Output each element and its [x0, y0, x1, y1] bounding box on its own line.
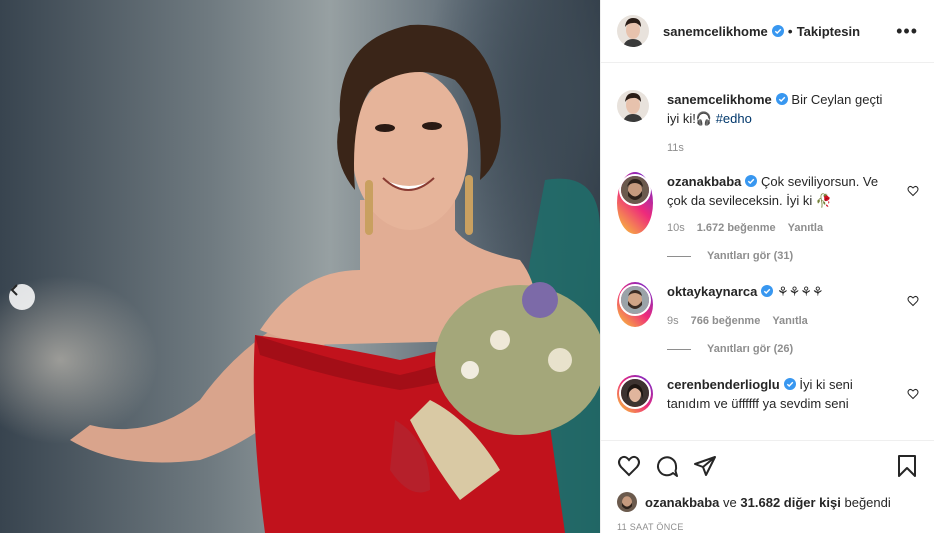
comments-list[interactable]: sanemcelikhome Bir Ceylan geçti iyi ki!🎧…: [601, 64, 934, 439]
post-header: sanemcelikhome • Takiptesin •••: [601, 0, 934, 63]
action-bar: ozanakbaba ve 31.682 diğer kişi beğendi …: [601, 440, 934, 532]
caption-username[interactable]: sanemcelikhome: [667, 92, 772, 107]
replies-divider: [667, 255, 691, 257]
comment-username[interactable]: cerenbenderlioglu: [667, 377, 780, 392]
comment: ozanakbaba Çok seviliyorsun. Ve çok da s…: [617, 172, 919, 234]
avatar-image: [617, 15, 649, 47]
comment: oktaykaynarca ⚘⚘⚘⚘ 9s 766 beğenme Yanıtl…: [617, 282, 919, 327]
comment-likes[interactable]: 766 beğenme: [691, 315, 761, 327]
verified-icon: [771, 25, 784, 37]
liked-by-user[interactable]: ozanakbaba: [645, 495, 719, 510]
post-timestamp[interactable]: 11 saat önce: [617, 522, 919, 532]
heart-icon[interactable]: [907, 185, 919, 197]
comment-username[interactable]: ozanakbaba: [667, 174, 741, 189]
view-replies-button[interactable]: Yanıtları gör (31): [667, 250, 919, 262]
avatar[interactable]: [617, 15, 649, 47]
avatar[interactable]: [617, 90, 649, 122]
liked-by-connector: ve: [723, 494, 737, 510]
bookmark-icon[interactable]: [895, 454, 919, 478]
chevron-left-icon: [10, 284, 18, 296]
comment: cerenbenderlioglu İyi ki seni tanıdım ve…: [617, 375, 919, 413]
avatar-image: [617, 90, 649, 122]
hashtag-link[interactable]: #edho: [716, 111, 752, 126]
comment-text: ⚘⚘⚘⚘: [776, 284, 824, 299]
photo-illustration: [70, 24, 600, 533]
reply-button[interactable]: Yanıtla: [772, 315, 807, 327]
verified-icon: [775, 93, 788, 105]
view-replies-label: Yanıtları gör (31): [707, 250, 794, 262]
more-icon[interactable]: •••: [896, 21, 918, 42]
heart-icon[interactable]: [907, 295, 919, 307]
reply-button[interactable]: Yanıtla: [788, 222, 823, 234]
comment-username[interactable]: oktaykaynarca: [667, 284, 757, 299]
view-replies-label: Yanıtları gör (26): [707, 343, 794, 355]
separator-dot: •: [787, 23, 793, 39]
verified-icon: [761, 285, 774, 297]
avatar-image: [617, 492, 637, 512]
verified-icon: [783, 378, 796, 390]
avatar-image: [621, 379, 649, 407]
post-image[interactable]: [0, 0, 600, 533]
avatar-image: [621, 286, 649, 314]
share-icon[interactable]: [693, 454, 717, 478]
following-button[interactable]: Takiptesin: [797, 24, 860, 39]
avatar[interactable]: [617, 172, 653, 234]
comment-age: 10s: [667, 222, 685, 234]
comment-icon[interactable]: [655, 454, 679, 478]
avatar[interactable]: [617, 282, 653, 327]
heart-icon[interactable]: [907, 388, 919, 400]
avatar[interactable]: [617, 492, 637, 512]
comment-age: 9s: [667, 315, 679, 327]
verified-icon: [745, 175, 758, 187]
replies-divider: [667, 348, 691, 350]
heart-icon[interactable]: [617, 454, 641, 478]
caption-age: 11s: [667, 142, 684, 154]
caption: sanemcelikhome Bir Ceylan geçti iyi ki!🎧…: [617, 90, 919, 154]
previous-image-button[interactable]: [9, 284, 35, 310]
post-username[interactable]: sanemcelikhome: [663, 24, 768, 39]
view-replies-button[interactable]: Yanıtları gör (26): [667, 343, 919, 355]
post-panel: sanemcelikhome • Takiptesin ••• sanemcel…: [600, 0, 934, 533]
liked-by-suffix: beğendi: [844, 494, 891, 510]
avatar-image: [621, 176, 649, 204]
liked-by: ozanakbaba ve 31.682 diğer kişi beğendi: [617, 492, 919, 512]
liked-by-others[interactable]: 31.682 diğer kişi: [740, 495, 840, 510]
comment-likes[interactable]: 1.672 beğenme: [697, 222, 776, 234]
avatar[interactable]: [617, 375, 653, 413]
